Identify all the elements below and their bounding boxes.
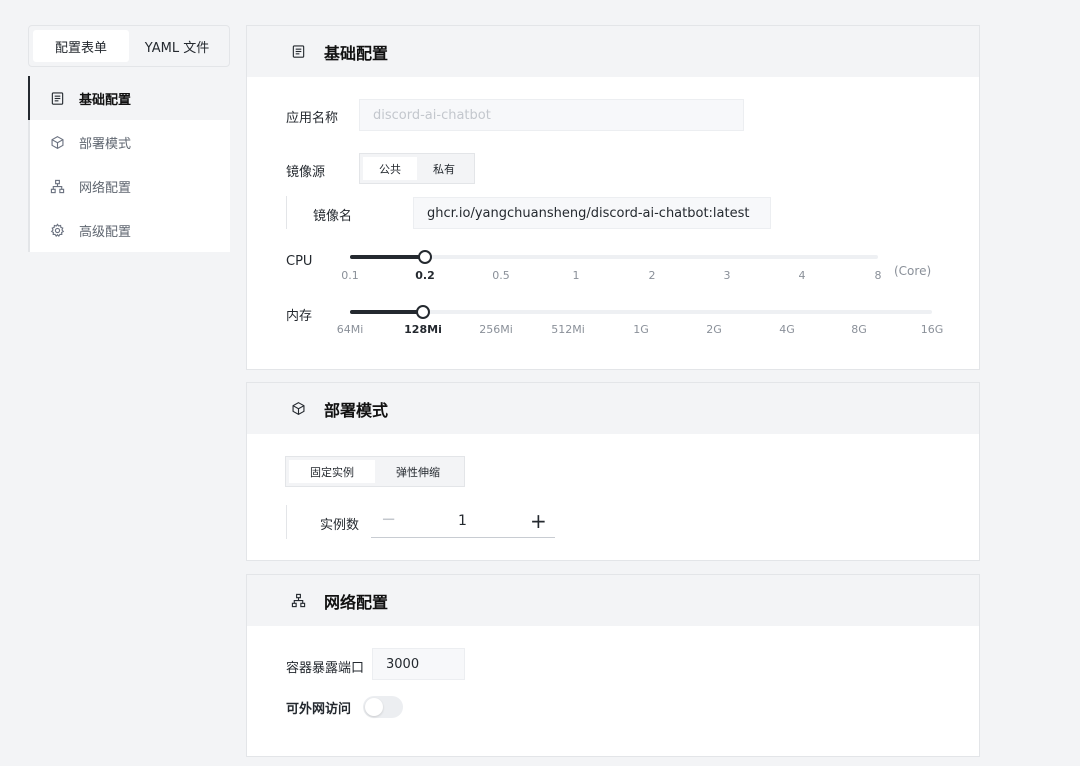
memory-tick: 2G	[706, 323, 722, 336]
app-name-input[interactable]: discord-ai-chatbot	[359, 99, 744, 131]
memory-tick: 64Mi	[336, 323, 364, 336]
memory-tick: 512Mi	[551, 323, 585, 336]
image-name-label: 镜像名	[313, 209, 353, 224]
deploy-mode-autoscale[interactable]: 弹性伸缩	[375, 460, 461, 483]
sidebar-item-deploy-mode[interactable]: 部署模式	[28, 120, 230, 164]
memory-tick: 8G	[851, 323, 867, 336]
deploy-mode-panel: 部署模式 固定实例 弹性伸缩 实例数 − 1 +	[246, 382, 980, 561]
cpu-tick: 1	[572, 269, 580, 282]
app-name-label: 应用名称	[286, 111, 339, 126]
memory-label: 内存	[286, 309, 313, 324]
cpu-slider-handle[interactable]	[418, 250, 432, 264]
panel-title: 基础配置	[324, 43, 389, 63]
sidebar-item-basic-config[interactable]: 基础配置	[28, 76, 230, 120]
sidebar-item-advanced-config[interactable]: 高级配置	[28, 208, 230, 252]
cpu-tick: 3	[723, 269, 731, 282]
deploy-mode-header: 部署模式	[247, 383, 979, 434]
public-access-toggle[interactable]	[363, 696, 403, 718]
decrement-button[interactable]: −	[381, 509, 396, 530]
instances-indent-line	[286, 505, 287, 539]
deploy-mode-toggle: 固定实例 弹性伸缩	[285, 456, 465, 487]
image-source-toggle: 公共 私有	[359, 153, 475, 184]
cpu-slider-fill	[350, 255, 425, 259]
image-name-indent-line	[286, 196, 287, 229]
gear-icon	[50, 222, 65, 237]
sidebar-item-label: 部署模式	[79, 136, 132, 152]
sidebar-item-label: 基础配置	[79, 92, 132, 108]
image-name-input[interactable]: ghcr.io/yangchuansheng/discord-ai-chatbo…	[413, 197, 771, 229]
image-source-label: 镜像源	[286, 165, 326, 180]
basic-config-header: 基础配置	[247, 26, 979, 77]
memory-tick: 4G	[779, 323, 795, 336]
document-icon	[292, 45, 305, 58]
image-source-public[interactable]: 公共	[363, 157, 417, 180]
container-port-label: 容器暴露端口	[286, 661, 365, 676]
panel-title: 部署模式	[324, 400, 389, 420]
network-icon	[50, 179, 65, 193]
cpu-tick: 0.1	[341, 269, 359, 282]
memory-slider-handle[interactable]	[416, 305, 430, 319]
toggle-knob	[365, 698, 383, 716]
tab-yaml[interactable]: YAML 文件	[129, 30, 225, 62]
cpu-tick: 2	[648, 269, 656, 282]
cpu-tick: 0.5	[492, 269, 510, 282]
cpu-tick: 8	[874, 269, 882, 282]
instances-label: 实例数	[320, 518, 360, 533]
cpu-label: CPU	[286, 254, 313, 269]
cpu-tick: 4	[798, 269, 806, 282]
public-access-label: 可外网访问	[286, 702, 352, 717]
sidebar-item-network-config[interactable]: 网络配置	[28, 164, 230, 208]
cube-icon	[51, 135, 64, 149]
instances-stepper-underline	[371, 537, 555, 538]
sidebar-item-label: 高级配置	[79, 224, 132, 240]
image-source-private[interactable]: 私有	[417, 157, 471, 180]
panel-title: 网络配置	[324, 592, 389, 612]
network-config-panel: 网络配置 容器暴露端口 3000 可外网访问	[246, 574, 980, 757]
basic-config-panel: 基础配置 应用名称 discord-ai-chatbot 镜像源 公共 私有 镜…	[246, 25, 980, 370]
cube-icon	[292, 402, 305, 415]
memory-slider-track[interactable]	[350, 310, 932, 314]
tab-form[interactable]: 配置表单	[33, 30, 129, 62]
container-port-input[interactable]: 3000	[372, 648, 465, 680]
memory-tick: 16G	[920, 323, 944, 336]
memory-tick: 1G	[633, 323, 649, 336]
cpu-tick-selected: 0.2	[415, 269, 435, 282]
network-icon	[291, 593, 306, 608]
cpu-unit: (Core)	[894, 264, 932, 278]
document-icon	[51, 91, 64, 105]
config-mode-tabs: 配置表单 YAML 文件	[28, 25, 230, 67]
increment-button[interactable]: +	[530, 509, 547, 533]
memory-slider-fill	[350, 310, 423, 314]
sidebar-item-label: 网络配置	[79, 180, 132, 196]
deploy-mode-fixed[interactable]: 固定实例	[289, 460, 375, 483]
instances-value[interactable]: 1	[458, 513, 467, 529]
network-config-header: 网络配置	[247, 575, 979, 626]
memory-tick-selected: 128Mi	[404, 323, 442, 336]
memory-tick: 256Mi	[479, 323, 513, 336]
side-nav: 基础配置 部署模式 网络配置 高级配置	[28, 76, 230, 252]
